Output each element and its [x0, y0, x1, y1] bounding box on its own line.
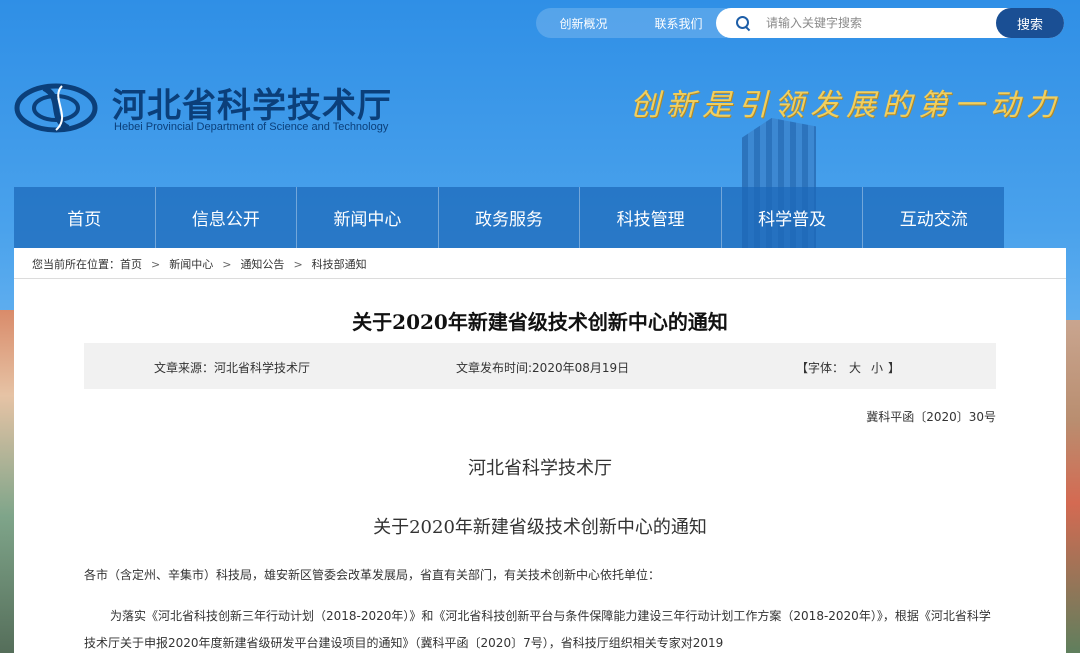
issuing-organization: 河北省科学技术厅	[468, 458, 612, 479]
nav-item-news[interactable]: 新闻中心	[297, 187, 439, 248]
breadcrumb-ministry-notices[interactable]: 科技部通知	[312, 256, 367, 272]
nav-item-tech-management[interactable]: 科技管理	[580, 187, 722, 248]
breadcrumb-news[interactable]: 新闻中心	[169, 256, 213, 272]
breadcrumb-separator: >	[222, 257, 232, 271]
nav-item-interaction[interactable]: 互动交流	[863, 187, 1004, 248]
nav-item-science-popularization[interactable]: 科学普及	[722, 187, 864, 248]
background-city-left	[0, 310, 14, 653]
search-input[interactable]	[766, 16, 986, 30]
nav-item-home[interactable]: 首页	[14, 187, 156, 248]
search-button[interactable]: 搜索	[996, 8, 1064, 38]
main-nav: 首页 信息公开 新闻中心 政务服务 科技管理 科学普及 互动交流	[14, 187, 1004, 248]
search-box: 搜索	[716, 8, 1064, 38]
site-title-english: Hebei Provincial Department of Science a…	[114, 121, 389, 133]
article-title: 关于2020年新建省级技术创新中心的通知	[352, 310, 728, 334]
breadcrumb-home[interactable]: 首页	[120, 256, 142, 272]
top-link-contact[interactable]: 联系我们	[654, 15, 702, 32]
top-links: 创新概况 联系我们	[536, 8, 726, 38]
breadcrumb-divider	[14, 278, 1066, 279]
background-city-right	[1066, 320, 1080, 653]
top-bar: 创新概况 联系我们 搜索	[536, 8, 1064, 38]
nav-item-info-disclosure[interactable]: 信息公开	[156, 187, 298, 248]
document-number: 冀科平函〔2020〕30号	[866, 410, 996, 424]
breadcrumb: 您当前所在位置： 首页 > 新闻中心 > 通知公告 > 科技部通知	[32, 256, 367, 272]
top-link-overview[interactable]: 创新概况	[559, 15, 607, 32]
slogan: 创新是引领发展的第一动力	[630, 88, 1062, 123]
nav-item-government-services[interactable]: 政务服务	[439, 187, 581, 248]
article-date: 文章发布时间:2020年08月19日	[456, 361, 630, 375]
article-paragraph: 为落实《河北省科技创新三年行动计划（2018-2020年）》和《河北省科技创新平…	[84, 609, 991, 650]
breadcrumb-separator: >	[151, 257, 161, 271]
article-source: 文章来源：河北省科学技术厅	[154, 361, 311, 375]
article-paragraph: 各市（含定州、辛集市）科技局，雄安新区管委会改革发展局，省直有关部门，有关技术创…	[84, 568, 661, 582]
article-subtitle: 关于2020年新建省级技术创新中心的通知	[373, 517, 707, 538]
font-large-button[interactable]: 大	[849, 361, 861, 375]
font-small-button[interactable]: 小	[871, 361, 883, 375]
font-size-control: 【字体： 大小】	[796, 359, 900, 376]
font-size-label: 【字体：	[796, 361, 845, 375]
breadcrumb-separator: >	[293, 257, 303, 271]
font-size-end: 】	[888, 361, 901, 375]
logo-icon	[14, 83, 98, 133]
site-title: 河北省科学技术厅	[112, 86, 392, 126]
breadcrumb-prefix: 您当前所在位置：	[32, 258, 120, 271]
search-icon	[736, 16, 750, 30]
article-meta: 文章来源：河北省科学技术厅 文章发布时间:2020年08月19日 【字体： 大小】	[84, 343, 996, 389]
breadcrumb-notices[interactable]: 通知公告	[240, 256, 284, 272]
article-panel: 您当前所在位置： 首页 > 新闻中心 > 通知公告 > 科技部通知 关于2020…	[14, 248, 1066, 653]
